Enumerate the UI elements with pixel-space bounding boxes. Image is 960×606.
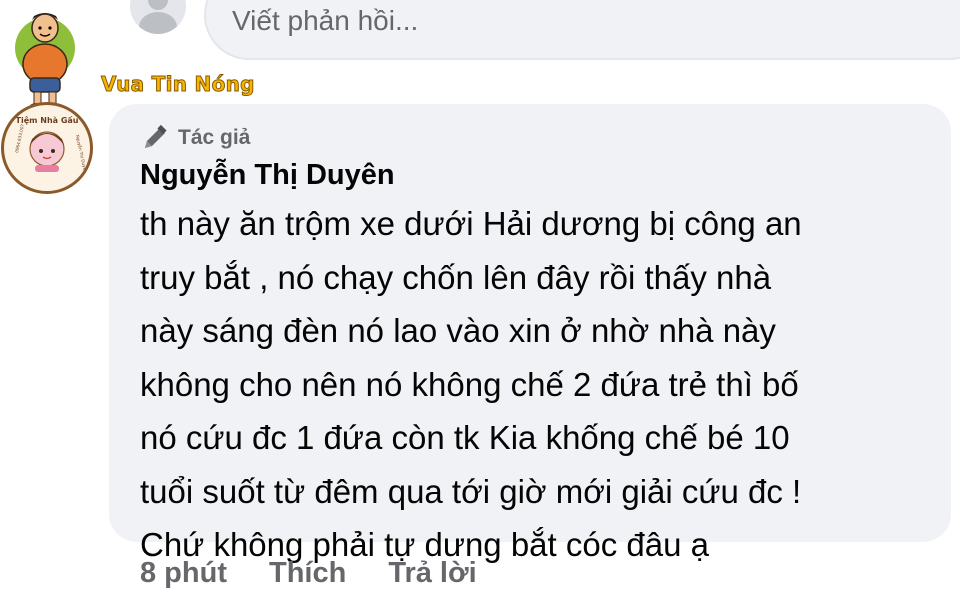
comment-line: này sáng đèn nó lao vào xin ở nhờ nhà nà… xyxy=(140,312,776,349)
comment-line: th này ăn trộm xe dưới Hải dương bị công… xyxy=(140,205,802,242)
avatar-body-shape xyxy=(139,12,177,34)
watermark-name: Vua Tin Nóng xyxy=(101,72,255,97)
comment-line: truy bắt , nó chạy chốn lên đây rồi thấy… xyxy=(140,258,772,296)
shop-name-text: Tiệm Nhà Gấu xyxy=(16,115,79,125)
mascot-logo xyxy=(15,13,75,109)
author-badge: Tác giả xyxy=(140,123,250,153)
reply-placeholder: Viết phản hồi... xyxy=(232,5,419,36)
comment-text: th này ăn trộm xe dưới Hải dương bị công… xyxy=(140,197,940,572)
avatar-head-shape xyxy=(148,0,168,10)
shop-logo: Tiệm Nhà Gấu 0964.633.007 Nguyễn Thị Duy… xyxy=(5,106,89,190)
comment-actions: 8 phút Thích Trả lời xyxy=(140,557,477,590)
like-button[interactable]: Thích xyxy=(269,557,346,590)
pen-icon xyxy=(145,124,167,148)
current-user-avatar xyxy=(130,0,186,34)
comment-line: tuổi suốt từ đêm qua tới giờ mới giải cứ… xyxy=(140,472,802,510)
comment-author-name[interactable]: Nguyễn Thị Duyên xyxy=(140,159,395,192)
comment-timestamp[interactable]: 8 phút xyxy=(140,557,227,590)
author-badge-label: Tác giả xyxy=(178,126,251,149)
comment-line: không cho nên nó không chế 2 đứa trẻ thì… xyxy=(140,365,799,403)
commenter-avatar[interactable]: Tiệm Nhà Gấu 0964.633.007 Nguyễn Thị Duy… xyxy=(1,102,93,194)
reply-button[interactable]: Trả lời xyxy=(388,557,476,590)
comment-line: nó cứu đc 1 đứa còn tk Kia khống chế bé … xyxy=(140,419,790,456)
